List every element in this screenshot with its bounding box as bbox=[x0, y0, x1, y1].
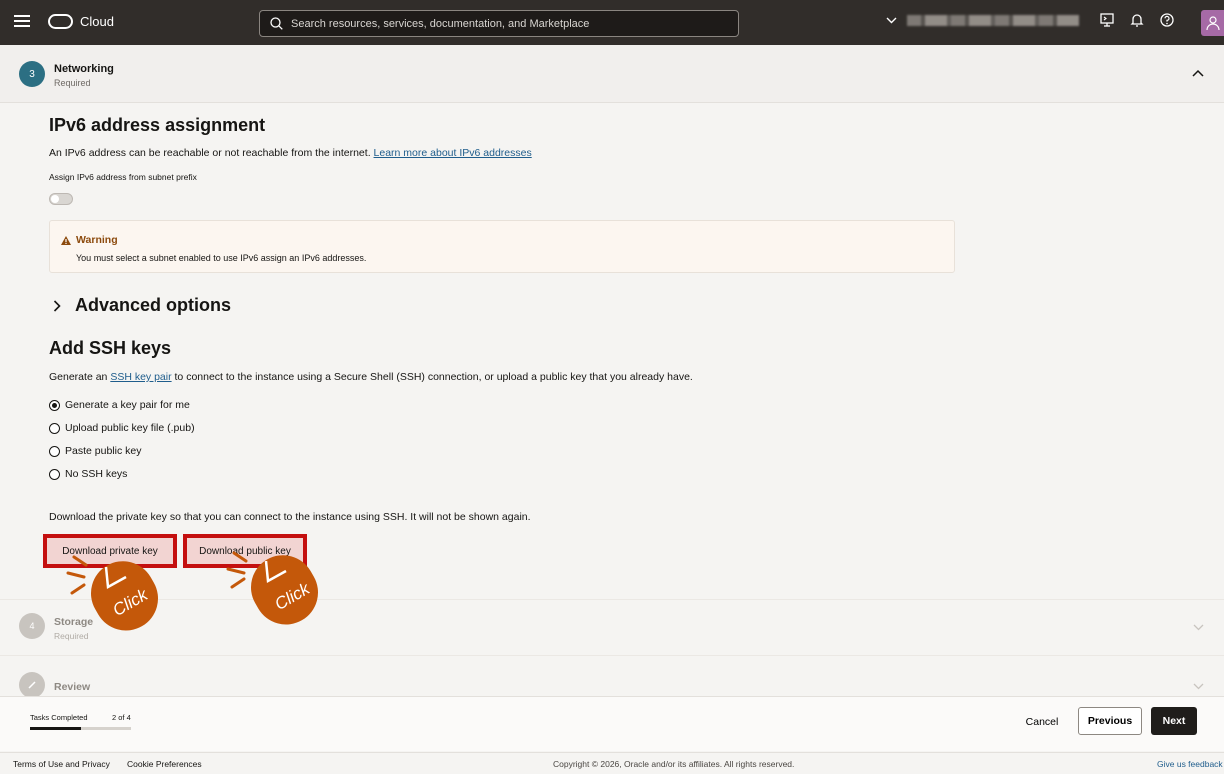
user-avatar[interactable] bbox=[1201, 10, 1224, 36]
logo-text: Cloud bbox=[80, 14, 114, 29]
radio-generate-key-pair[interactable]: Generate a key pair for me bbox=[49, 399, 190, 411]
progress-fill bbox=[30, 727, 81, 730]
networking-section: IPv6 address assignment An IPv6 address … bbox=[0, 104, 1224, 599]
step-number-badge: 4 bbox=[19, 613, 45, 639]
warning-text: You must select a subnet enabled to use … bbox=[76, 253, 367, 263]
cookie-preferences-link[interactable]: Cookie Preferences bbox=[127, 759, 202, 769]
step-number-badge: 3 bbox=[19, 61, 45, 87]
search-box[interactable] bbox=[259, 10, 739, 37]
radio-no-ssh-keys[interactable]: No SSH keys bbox=[49, 468, 127, 480]
menu-icon[interactable] bbox=[14, 15, 30, 29]
oracle-cloud-logo[interactable]: Cloud bbox=[48, 14, 114, 29]
chevron-right-icon bbox=[53, 299, 61, 312]
mouse-click-illustration bbox=[226, 551, 318, 625]
ipv6-heading: IPv6 address assignment bbox=[49, 115, 266, 135]
terms-link[interactable]: Terms of Use and Privacy bbox=[13, 759, 110, 769]
next-button[interactable]: Next bbox=[1151, 707, 1197, 735]
previous-button[interactable]: Previous bbox=[1078, 707, 1142, 735]
radio-upload-public-key[interactable]: Upload public key file (.pub) bbox=[49, 422, 195, 434]
step-review-row[interactable]: Review bbox=[0, 655, 1224, 698]
advanced-options-heading: Advanced options bbox=[75, 295, 232, 315]
region-name-redacted bbox=[907, 15, 1079, 26]
ipv6-description: An IPv6 address can be reachable or not … bbox=[49, 147, 532, 159]
step-title: Networking bbox=[54, 63, 114, 75]
step-title: Review bbox=[54, 681, 91, 693]
learn-more-ipv6-link[interactable]: Learn more about IPv6 addresses bbox=[374, 147, 532, 159]
bell-icon[interactable] bbox=[1130, 13, 1144, 27]
download-note: Download the private key so that you can… bbox=[49, 511, 531, 523]
copyright-text: Copyright © 2026, Oracle and/or its affi… bbox=[553, 759, 795, 769]
click-callout-public: Click bbox=[226, 547, 326, 637]
step-networking-header[interactable]: 3 Networking Required bbox=[0, 45, 1224, 103]
page-footer: Terms of Use and Privacy Cookie Preferen… bbox=[0, 752, 1224, 774]
user-icon bbox=[1206, 16, 1220, 31]
radio-button-selected[interactable] bbox=[49, 399, 60, 411]
mouse-click-illustration bbox=[66, 555, 158, 631]
step-subtitle: Required bbox=[54, 78, 91, 88]
cancel-button[interactable]: Cancel bbox=[1014, 710, 1070, 734]
advanced-options-toggle[interactable]: Advanced options bbox=[53, 295, 231, 316]
chevron-down-icon bbox=[886, 17, 897, 24]
radio-button[interactable] bbox=[49, 422, 60, 434]
tasks-progress-bar bbox=[30, 727, 131, 730]
warning-title: Warning bbox=[76, 234, 118, 246]
cloud-shell-icon[interactable] bbox=[1100, 13, 1114, 27]
warning-message-box: Warning You must select a subnet enabled… bbox=[49, 220, 955, 273]
search-input[interactable] bbox=[291, 17, 711, 30]
chevron-up-icon[interactable] bbox=[1192, 69, 1204, 77]
help-icon[interactable] bbox=[1160, 13, 1174, 27]
radio-paste-public-key[interactable]: Paste public key bbox=[49, 445, 141, 457]
radio-button[interactable] bbox=[49, 468, 60, 480]
wizard-action-bar: Tasks Completed 2 of 4 Cancel Previous N… bbox=[0, 696, 1224, 751]
tasks-completed-count: 2 of 4 bbox=[112, 713, 131, 722]
step-storage-row[interactable]: 4 Storage Required bbox=[0, 599, 1224, 654]
oracle-logo-icon bbox=[48, 14, 73, 29]
click-callout-private: Click bbox=[64, 555, 164, 645]
radio-button[interactable] bbox=[49, 445, 60, 457]
top-navigation-bar: Cloud bbox=[0, 0, 1224, 45]
ssh-description: Generate an SSH key pair to connect to t… bbox=[49, 371, 693, 383]
ssh-key-pair-link[interactable]: SSH key pair bbox=[110, 371, 171, 383]
feedback-link[interactable]: Give us feedback bbox=[1157, 759, 1223, 769]
ssh-keys-heading: Add SSH keys bbox=[49, 338, 172, 358]
tasks-completed-label: Tasks Completed bbox=[30, 713, 88, 722]
pencil-icon bbox=[19, 672, 45, 698]
region-selector[interactable] bbox=[886, 15, 1079, 26]
chevron-down-icon[interactable] bbox=[1193, 624, 1204, 631]
ipv6-toggle-label: Assign IPv6 address from subnet prefix bbox=[49, 172, 197, 182]
warning-triangle-icon bbox=[61, 235, 71, 245]
chevron-down-icon[interactable] bbox=[1193, 683, 1204, 690]
search-icon bbox=[270, 17, 283, 30]
ipv6-toggle-switch[interactable] bbox=[49, 193, 73, 205]
